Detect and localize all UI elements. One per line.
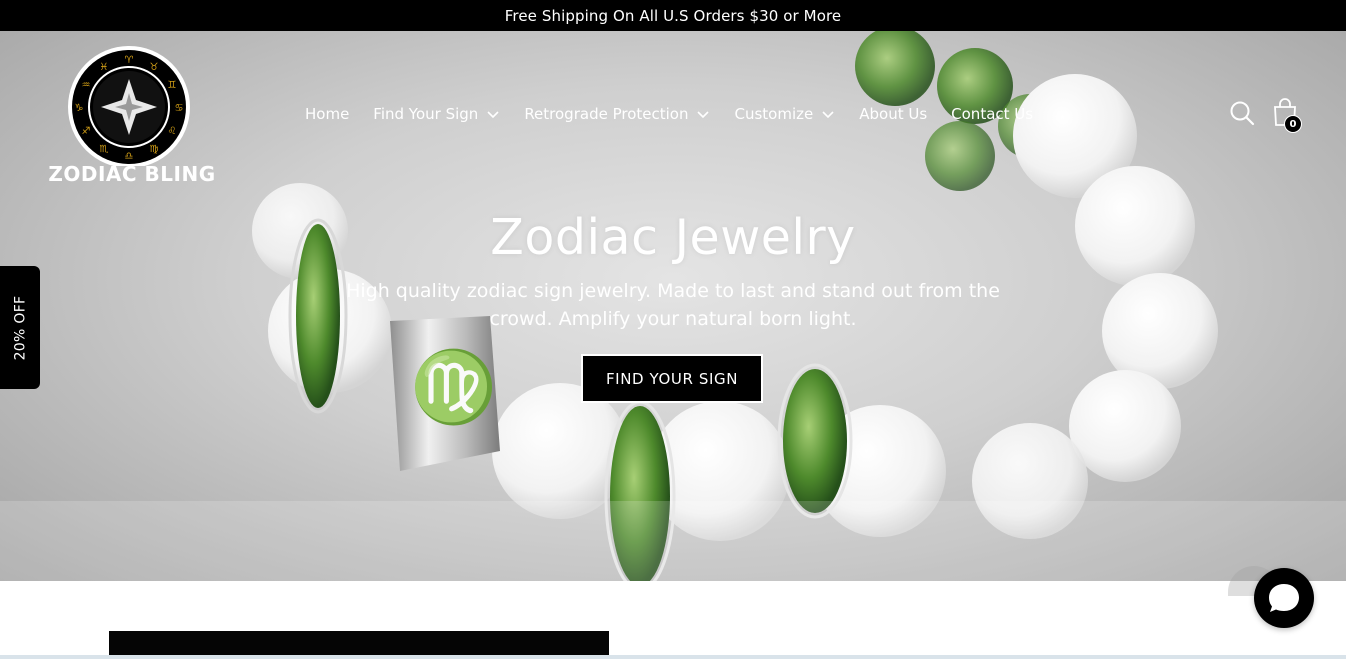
svg-text:♌: ♌ — [168, 126, 177, 137]
announcement-text: Free Shipping On All U.S Orders $30 or M… — [504, 6, 842, 25]
hero-title: Zodiac Jewelry — [490, 209, 856, 266]
hero-subtitle: High quality zodiac sign jewelry. Made t… — [346, 280, 1000, 330]
chat-bubble-icon — [1269, 584, 1299, 612]
nav-item-label: Retrograde Protection — [524, 105, 689, 123]
nav-item-home[interactable]: Home — [305, 105, 349, 123]
svg-text:♊: ♊ — [168, 80, 177, 91]
zodiac-wheel-icon: ♈ ♉ ♊ ♋ ♌ ♍ ♎ ♏ ♐ ♑ ♒ ♓ — [68, 46, 190, 168]
chevron-down-icon — [822, 111, 834, 119]
svg-text:♑: ♑ — [75, 103, 84, 114]
nav-item-contact-us[interactable]: Contact Us — [951, 105, 1033, 123]
nav-item-about-us[interactable]: About Us — [859, 105, 927, 123]
page-bottom-strip — [0, 655, 1346, 659]
brand-name: ZODIAC BLING — [48, 162, 216, 186]
nav-item-label: Find Your Sign — [373, 105, 479, 123]
find-your-sign-button[interactable]: FIND YOUR SIGN — [581, 354, 763, 403]
header-icons: 0 — [1228, 97, 1308, 133]
svg-text:♋: ♋ — [175, 103, 184, 114]
nav-item-find-your-sign[interactable]: Find Your Sign — [373, 105, 500, 123]
svg-text:♈: ♈ — [125, 55, 134, 66]
brand-logo[interactable]: ♈ ♉ ♊ ♋ ♌ ♍ ♎ ♏ ♐ ♑ ♒ ♓ ZODIAC BLING — [46, 46, 218, 186]
chevron-down-icon — [697, 111, 710, 119]
svg-text:♎: ♎ — [125, 151, 134, 162]
svg-text:♍: ♍ — [150, 144, 159, 155]
announcement-bar: Free Shipping On All U.S Orders $30 or M… — [0, 0, 1346, 31]
svg-text:♏: ♏ — [100, 144, 109, 155]
main-nav: Home Find Your Sign Retrograde Protectio… — [305, 103, 1057, 125]
search-icon[interactable] — [1228, 99, 1256, 127]
hero-section: ♍ ♈ ♉ ♊ ♋ ♌ ♍ ♎ ♏ ♐ ♑ ♒ ♓ ZODIAC BLING H… — [0, 31, 1346, 581]
chevron-down-icon — [487, 111, 499, 119]
chat-button[interactable] — [1254, 568, 1314, 628]
nav-item-label: About Us — [859, 105, 928, 123]
svg-text:♐: ♐ — [82, 126, 91, 137]
svg-text:♒: ♒ — [82, 80, 91, 91]
svg-text:♉: ♉ — [150, 62, 159, 73]
promo-tab-label: 20% OFF — [12, 295, 29, 360]
cart-count-badge: 0 — [1284, 115, 1302, 133]
nav-item-label: Contact Us — [951, 105, 1034, 123]
svg-text:♍: ♍ — [410, 346, 497, 428]
nav-item-retrograde-protection[interactable]: Retrograde Protection — [524, 105, 710, 123]
svg-text:♓: ♓ — [100, 62, 109, 73]
nav-item-customize[interactable]: Customize — [734, 105, 835, 123]
nav-item-label: Customize — [734, 105, 814, 123]
nav-item-label: Home — [305, 105, 350, 123]
promo-tab[interactable]: 20% OFF — [0, 266, 40, 389]
